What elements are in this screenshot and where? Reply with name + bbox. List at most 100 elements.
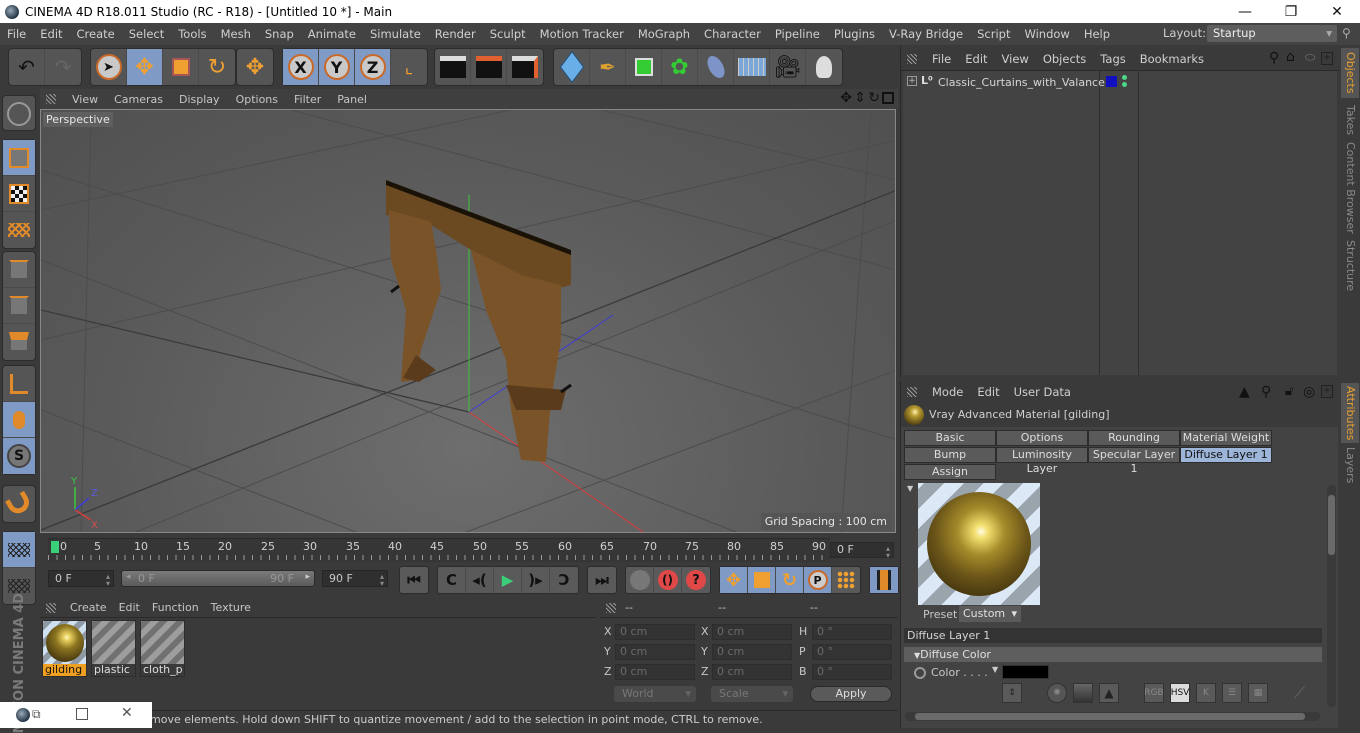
cloner-button[interactable]: ✿ bbox=[662, 49, 698, 85]
material-swatch-plastic[interactable]: plastic bbox=[91, 620, 136, 677]
mixer-button[interactable]: ☰ bbox=[1222, 683, 1242, 703]
material-menu-texture[interactable]: Texture bbox=[205, 601, 257, 614]
side-tab-layers[interactable]: Layers bbox=[1341, 445, 1359, 485]
undo-button[interactable]: ↶ bbox=[9, 49, 45, 85]
tab-diffuse-layer-1[interactable]: Diffuse Layer 1 bbox=[1180, 447, 1272, 463]
pos-z-field[interactable]: 0 cm bbox=[615, 664, 695, 680]
object-row[interactable]: + L⁰ Classic_Curtains_with_Valance bbox=[903, 73, 1337, 91]
frame-range-slider[interactable]: ◂ 0 F 90 F ▸ bbox=[121, 570, 315, 587]
menu-edit[interactable]: Edit bbox=[33, 27, 69, 41]
viewport-menu-display[interactable]: Display bbox=[171, 93, 228, 106]
spinner-icon[interactable]: ▴ ▾ bbox=[380, 573, 384, 588]
tab-material-weight[interactable]: Material Weight bbox=[1180, 430, 1272, 446]
group-header[interactable]: ▼Diffuse Color bbox=[904, 647, 1322, 662]
pan-view-icon[interactable]: ✥ bbox=[840, 90, 852, 106]
edges-mode-button[interactable] bbox=[3, 288, 35, 324]
object-menu-bookmarks[interactable]: Bookmarks bbox=[1133, 52, 1211, 66]
side-tab-content-browser[interactable]: Content Browser bbox=[1341, 142, 1359, 234]
menu-vray-bridge[interactable]: V-Ray Bridge bbox=[882, 27, 970, 41]
pos-y-field[interactable]: 0 cm bbox=[615, 644, 695, 660]
menu-script[interactable]: Script bbox=[970, 27, 1017, 41]
color-wheel-button[interactable]: ✺ bbox=[1047, 683, 1067, 703]
maximize-icon[interactable] bbox=[76, 708, 88, 720]
spinner-icon[interactable]: ▴ ▾ bbox=[106, 573, 110, 588]
viewport-menu-panel[interactable]: Panel bbox=[329, 93, 375, 106]
floor-button[interactable] bbox=[734, 49, 770, 85]
menu-help[interactable]: Help bbox=[1077, 27, 1117, 41]
live-selection-button[interactable]: ➤ bbox=[91, 49, 127, 85]
material-menu-create[interactable]: Create bbox=[64, 601, 113, 614]
workplane-mode-button[interactable] bbox=[3, 212, 35, 248]
menu-simulate[interactable]: Simulate bbox=[363, 27, 428, 41]
camera-button[interactable]: 🎥︎ bbox=[770, 49, 806, 85]
tab-luminosity-layer[interactable]: Luminosity Layer bbox=[996, 447, 1088, 475]
apply-button[interactable]: Apply bbox=[810, 686, 892, 702]
search-icon[interactable]: ⚲ bbox=[1261, 384, 1271, 400]
render-picture-viewer-button[interactable] bbox=[471, 49, 507, 85]
layer-color-swatch[interactable] bbox=[1106, 76, 1117, 87]
size-x-field[interactable]: 0 cm bbox=[712, 624, 792, 640]
timeline-window-button[interactable] bbox=[870, 567, 898, 593]
redo-button[interactable]: ↷ bbox=[45, 49, 81, 85]
model-mode-button[interactable] bbox=[3, 140, 35, 176]
tab-basic[interactable]: Basic bbox=[904, 430, 996, 446]
viewport-menu-cameras[interactable]: Cameras bbox=[106, 93, 171, 106]
menu-render[interactable]: Render bbox=[428, 27, 483, 41]
search-icon[interactable]: ⚲ bbox=[1269, 50, 1279, 66]
enable-axis-button[interactable] bbox=[3, 366, 35, 402]
horizontal-scrollbar[interactable] bbox=[905, 712, 1320, 721]
autokey-button[interactable]: ? bbox=[682, 567, 710, 593]
next-key-button[interactable]: Ↄ bbox=[550, 567, 578, 593]
tab-specular-layer-1[interactable]: Specular Layer 1 bbox=[1088, 447, 1180, 475]
object-menu-edit[interactable]: Edit bbox=[958, 52, 994, 66]
object-menu-tags[interactable]: Tags bbox=[1093, 52, 1132, 66]
menu-character[interactable]: Character bbox=[697, 27, 768, 41]
vertical-scrollbar[interactable] bbox=[1327, 485, 1336, 707]
texture-mode-button[interactable] bbox=[3, 176, 35, 212]
viewport-menu-filter[interactable]: Filter bbox=[286, 93, 329, 106]
panel-grip-icon[interactable] bbox=[907, 387, 917, 397]
collapse-arrow-icon[interactable]: ▼ bbox=[907, 484, 913, 493]
rotate-view-icon[interactable]: ↻ bbox=[868, 90, 880, 106]
panel-grip-icon[interactable] bbox=[46, 94, 56, 104]
menu-snap[interactable]: Snap bbox=[258, 27, 301, 41]
target-icon[interactable]: ◎ bbox=[1303, 384, 1315, 400]
solo-button[interactable]: S bbox=[3, 438, 35, 474]
swatches-button[interactable]: ▦ bbox=[1248, 683, 1268, 703]
move-tool-button[interactable]: ✥ bbox=[127, 49, 163, 85]
next-frame-button[interactable]: )▸ bbox=[522, 567, 550, 593]
material-swatch-gilding[interactable]: gilding bbox=[42, 620, 87, 677]
range-left-arrow[interactable]: ◂ bbox=[126, 572, 131, 582]
key-parameter-button[interactable]: P bbox=[804, 567, 832, 593]
arrow-up-icon[interactable]: ▲ bbox=[1239, 384, 1250, 400]
material-menu-edit[interactable]: Edit bbox=[113, 601, 146, 614]
size-y-field[interactable]: 0 cm bbox=[712, 644, 792, 660]
polygons-mode-button[interactable] bbox=[3, 324, 35, 360]
pos-x-field[interactable]: 0 cm bbox=[615, 624, 695, 640]
key-scale-button[interactable] bbox=[748, 567, 776, 593]
deformer-button[interactable] bbox=[698, 49, 734, 85]
pen-button[interactable]: ✒ bbox=[590, 49, 626, 85]
z-axis-button[interactable]: Z bbox=[355, 49, 391, 85]
record-button[interactable]: () bbox=[654, 567, 682, 593]
key-pla-button[interactable] bbox=[832, 567, 860, 593]
object-menu-file[interactable]: File bbox=[925, 52, 958, 66]
minimize-button[interactable]: — bbox=[1222, 0, 1268, 23]
search-icon[interactable]: ⚲ bbox=[1342, 26, 1351, 40]
rot-p-field[interactable]: 0 ° bbox=[812, 644, 892, 660]
scrollbar-thumb[interactable] bbox=[915, 713, 1305, 720]
viewport-menu-options[interactable]: Options bbox=[228, 93, 286, 106]
home-icon[interactable]: ⌂ bbox=[1286, 49, 1295, 65]
make-editable-button[interactable] bbox=[3, 96, 35, 132]
light-button[interactable] bbox=[806, 49, 842, 85]
size-mode-dropdown[interactable]: Scale ▾ bbox=[711, 686, 793, 702]
range-right-arrow[interactable]: ▸ bbox=[305, 572, 310, 582]
playhead-marker[interactable] bbox=[51, 541, 59, 553]
color-swatch[interactable] bbox=[1002, 665, 1049, 679]
menu-mograph[interactable]: MoGraph bbox=[631, 27, 697, 41]
previous-key-button[interactable]: C bbox=[438, 567, 466, 593]
subdivision-button[interactable] bbox=[626, 49, 662, 85]
spectrum-button[interactable] bbox=[1073, 683, 1093, 703]
rgb-mode-button[interactable]: RGB bbox=[1144, 683, 1164, 703]
side-tab-takes[interactable]: Takes bbox=[1341, 100, 1359, 140]
